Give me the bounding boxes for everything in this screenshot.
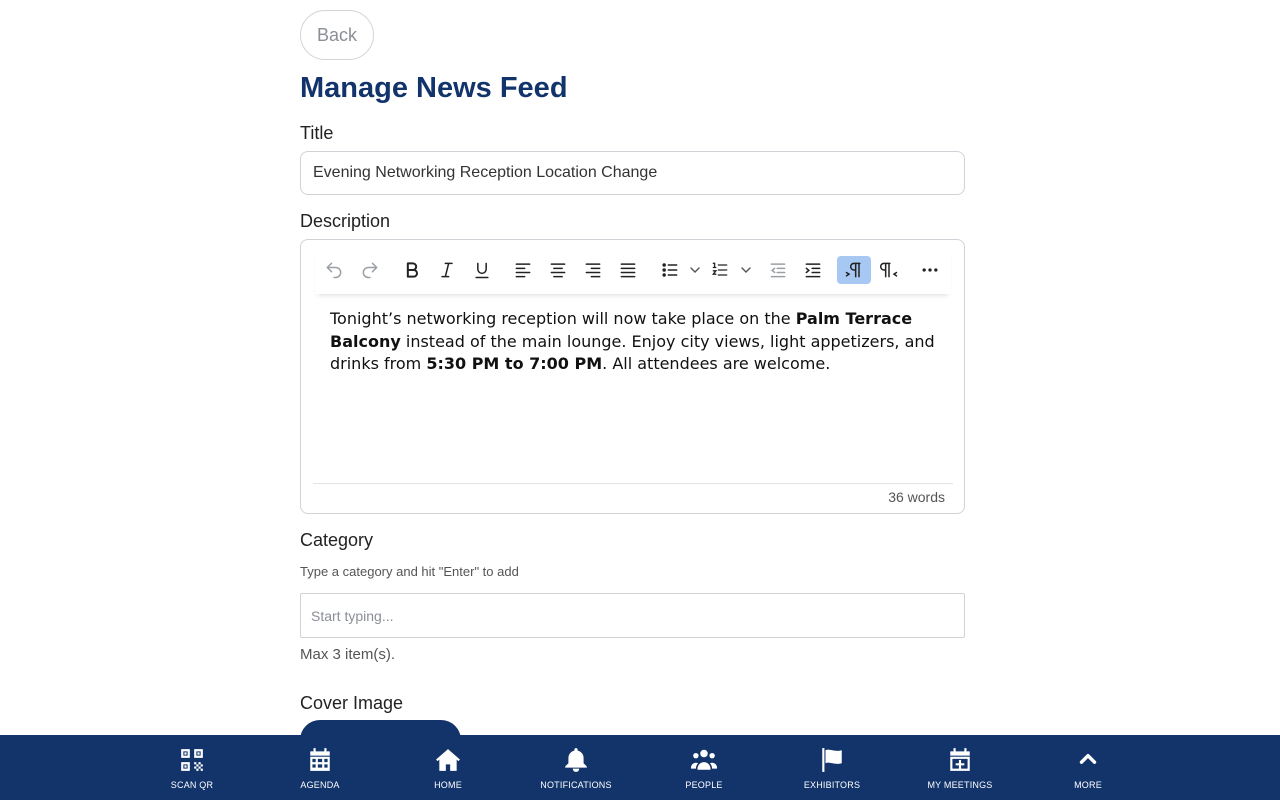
indent-icon[interactable] [796,256,830,284]
category-input[interactable] [300,593,965,638]
rtl-icon[interactable] [872,256,906,284]
qr-code-icon [178,746,206,774]
nav-label: AGENDA [300,780,340,790]
category-hint: Type a category and hit "Enter" to add [300,564,519,579]
editor-statusbar: 36 words [313,483,953,513]
bell-icon [562,746,590,774]
align-right-icon[interactable] [576,256,610,284]
word-count[interactable]: 36 words [888,489,945,505]
title-label: Title [300,123,334,143]
title-input[interactable] [300,151,965,195]
nav-label: MORE [1074,780,1102,790]
nav-agenda[interactable]: AGENDA [272,735,368,800]
nav-label: EXHIBITORS [803,780,861,790]
nav-notifications[interactable]: NOTIFICATIONS [528,735,624,800]
more-icon[interactable] [913,256,947,284]
align-justify-icon[interactable] [611,256,645,284]
cover-image-label: Cover Image [300,693,404,713]
home-icon [434,746,462,774]
page-title: Manage News Feed [300,72,568,104]
numbered-list-dropdown-icon[interactable] [739,256,753,284]
editor-text: Tonight’s networking reception will now … [330,309,796,328]
redo-icon[interactable] [353,256,387,284]
numbered-list-icon[interactable] [703,256,737,284]
italic-icon[interactable] [430,256,464,284]
flag-icon [818,746,846,774]
ltr-icon[interactable] [837,256,871,284]
chevron-up-icon [1074,746,1102,774]
align-center-icon[interactable] [541,256,575,284]
editor-bold-time: 5:30 PM to 7:00 PM [426,354,603,373]
category-max-note: Max 3 item(s). [300,646,396,663]
editor-content[interactable]: Tonight’s networking reception will now … [330,308,940,376]
nav-label: MY MEETINGS [927,780,993,790]
bullet-list-dropdown-icon[interactable] [688,256,702,284]
underline-icon[interactable] [465,256,499,284]
bold-icon[interactable] [395,256,429,284]
nav-more[interactable]: MORE [1040,735,1136,800]
undo-icon[interactable] [317,256,351,284]
nav-label: HOME [434,780,462,790]
align-left-icon[interactable] [506,256,540,284]
nav-people[interactable]: PEOPLE [656,735,752,800]
nav-home[interactable]: HOME [400,735,496,800]
bottom-nav: SCAN QR AGENDA HOME NOTIFICATIONS PEOPLE… [0,735,1280,800]
calendar-plus-icon [946,746,974,774]
nav-scan-qr[interactable]: SCAN QR [144,735,240,800]
bullet-list-icon[interactable] [653,256,687,284]
outdent-icon[interactable] [761,256,795,284]
back-button[interactable]: Back [300,10,374,60]
category-label: Category [300,530,374,550]
calendar-icon [306,746,334,774]
description-label: Description [300,211,391,231]
nav-label: NOTIFICATIONS [540,780,612,790]
editor-toolbar [315,248,951,294]
nav-my-meetings[interactable]: MY MEETINGS [912,735,1008,800]
people-icon [690,746,718,774]
description-editor: Tonight’s networking reception will now … [300,239,965,514]
nav-label: SCAN QR [170,780,214,790]
nav-exhibitors[interactable]: EXHIBITORS [784,735,880,800]
editor-text: . All attendees are welcome. [602,354,831,373]
nav-label: PEOPLE [685,780,723,790]
